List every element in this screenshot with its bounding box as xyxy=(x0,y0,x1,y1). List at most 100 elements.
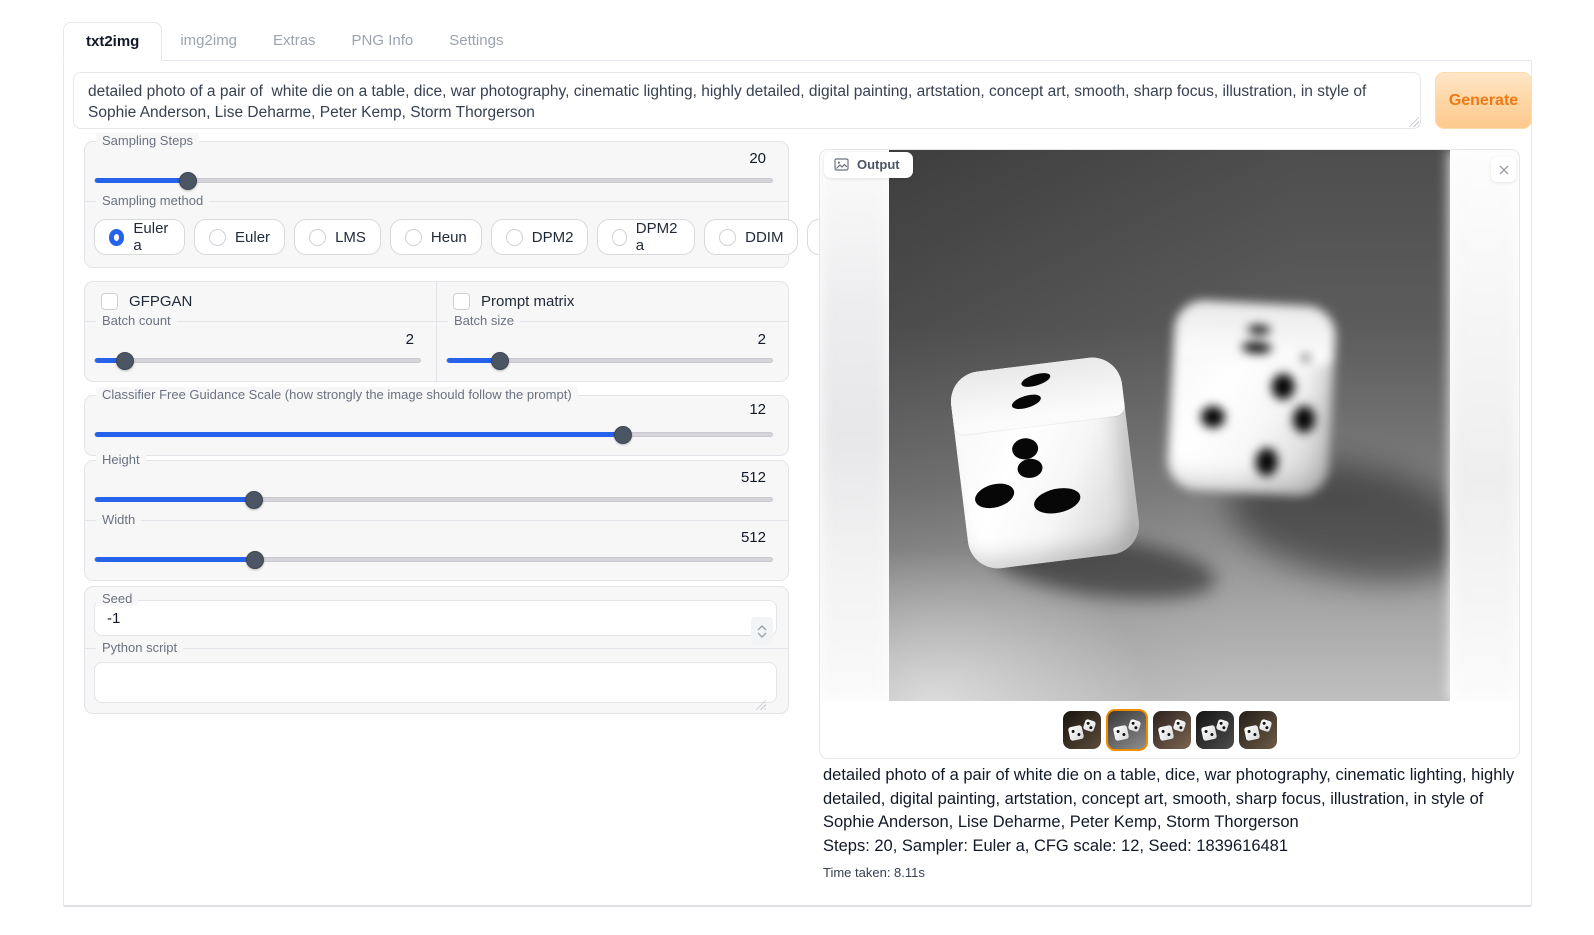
radio-label: DDIM xyxy=(745,229,783,246)
tab-txt2img[interactable]: txt2img xyxy=(63,22,162,61)
seed-label: Seed xyxy=(96,591,138,606)
width-value: 512 xyxy=(85,521,788,547)
output-gallery: Output xyxy=(819,149,1520,759)
thumb-die xyxy=(1112,725,1129,742)
tab-extras[interactable]: Extras xyxy=(255,22,334,61)
width-fieldset: Width 512 xyxy=(85,520,788,568)
slider-handle[interactable] xyxy=(179,172,197,190)
app-frame: detailed photo of a pair of white die on… xyxy=(63,60,1532,907)
thumb-die xyxy=(1258,719,1272,733)
slider-track xyxy=(94,358,421,363)
thumb-die xyxy=(1172,719,1186,733)
width-slider[interactable] xyxy=(94,550,773,568)
controls-column: Sampling Steps 20 Sampling method Euler … xyxy=(84,141,789,714)
radio-label: DPM2 a xyxy=(636,220,680,254)
blur-fill-left xyxy=(820,150,889,701)
height-value: 512 xyxy=(85,461,788,487)
radio-lms[interactable]: LMS xyxy=(294,219,381,255)
seed-fieldset: Seed xyxy=(85,600,788,648)
size-panel: Height 512 Width 512 xyxy=(84,460,789,581)
batch-size-fieldset: Batch size 2 xyxy=(437,322,788,381)
image-icon xyxy=(834,158,849,171)
info-params-text: Steps: 20, Sampler: Euler a, CFG scale: … xyxy=(823,835,1520,859)
radio-dot xyxy=(405,229,422,246)
info-prompt-text: detailed photo of a pair of white die on… xyxy=(823,764,1520,835)
tab-settings[interactable]: Settings xyxy=(431,22,521,61)
close-icon[interactable] xyxy=(1491,157,1516,182)
slider-handle[interactable] xyxy=(491,352,509,370)
gallery-thumbnail-0[interactable] xyxy=(1063,711,1101,749)
radio-label: Euler a xyxy=(133,220,170,254)
generation-info: detailed photo of a pair of white die on… xyxy=(823,764,1520,885)
radio-euler[interactable]: Euler xyxy=(194,219,285,255)
sampling-method-options: Euler a Euler LMS Heun DPM2 DPM2 a DDIM … xyxy=(85,202,788,267)
chevron-down-icon[interactable] xyxy=(757,632,767,638)
gfpgan-checkbox[interactable] xyxy=(101,293,118,310)
width-label: Width xyxy=(96,512,141,527)
radio-euler-a[interactable]: Euler a xyxy=(94,219,185,255)
prompt-matrix-checkbox[interactable] xyxy=(453,293,470,310)
slider-track xyxy=(94,178,773,183)
tab-img2img[interactable]: img2img xyxy=(162,22,255,61)
generated-image[interactable] xyxy=(889,150,1450,701)
slider-handle[interactable] xyxy=(614,426,632,444)
cfg-fieldset: Classifier Free Guidance Scale (how stro… xyxy=(85,396,788,443)
generate-button[interactable]: Generate xyxy=(1435,72,1532,129)
radio-dot xyxy=(209,229,226,246)
chevron-up-icon[interactable] xyxy=(757,625,767,631)
slider-fill xyxy=(95,178,188,183)
thumb-die xyxy=(1082,719,1096,733)
radio-heun[interactable]: Heun xyxy=(390,219,482,255)
thumb-die xyxy=(1215,719,1229,733)
sampling-steps-slider[interactable] xyxy=(94,171,773,189)
thumb-die xyxy=(1243,725,1260,742)
seed-stepper[interactable] xyxy=(751,617,773,645)
cfg-slider[interactable] xyxy=(94,425,773,443)
gallery-thumbnail-4[interactable] xyxy=(1239,711,1277,749)
batch-size-slider[interactable] xyxy=(446,351,773,369)
gallery-thumbnail-2[interactable] xyxy=(1153,711,1191,749)
slider-track xyxy=(446,358,773,363)
radio-dpm2-a[interactable]: DPM2 a xyxy=(597,219,695,255)
radio-label: Euler xyxy=(235,229,270,246)
gallery-thumbnail-3[interactable] xyxy=(1196,711,1234,749)
checkbox-row: GFPGAN Prompt matrix xyxy=(85,282,788,321)
slider-fill xyxy=(95,557,255,562)
python-script-label: Python script xyxy=(96,640,183,655)
info-time-taken: Time taken: 8.11s xyxy=(823,861,1520,885)
slider-fill xyxy=(95,497,254,502)
tab-png-info[interactable]: PNG Info xyxy=(334,22,432,61)
slider-track xyxy=(94,432,773,437)
slider-handle[interactable] xyxy=(246,551,264,569)
radio-label: LMS xyxy=(335,229,366,246)
sampling-method-fieldset: Sampling method Euler a Euler LMS Heun D… xyxy=(85,201,788,267)
batch-size-label: Batch size xyxy=(448,313,520,328)
seed-script-panel: Seed Python script xyxy=(84,586,789,714)
slider-fill xyxy=(95,432,623,437)
sampling-steps-label: Sampling Steps xyxy=(96,133,199,148)
radio-dot xyxy=(612,229,626,246)
slider-handle[interactable] xyxy=(245,491,263,509)
sampling-panel: Sampling Steps 20 Sampling method Euler … xyxy=(84,141,789,268)
tab-bar: txt2img img2img Extras PNG Info Settings xyxy=(63,22,521,61)
radio-ddim[interactable]: DDIM xyxy=(704,219,798,255)
radio-dot xyxy=(719,229,736,246)
sampling-steps-fieldset: Sampling Steps 20 xyxy=(85,142,788,189)
height-label: Height xyxy=(96,452,146,467)
batch-count-label: Batch count xyxy=(96,313,177,328)
output-panel-label: Output xyxy=(824,152,913,178)
radio-dot xyxy=(309,229,326,246)
gallery-thumbnail-1[interactable] xyxy=(1106,709,1148,751)
batch-count-slider[interactable] xyxy=(94,351,421,369)
prompt-input[interactable]: detailed photo of a pair of white die on… xyxy=(73,72,1421,129)
radio-dpm2[interactable]: DPM2 xyxy=(491,219,589,255)
batch-row: Batch count 2 Batch size 2 xyxy=(85,321,788,381)
height-slider[interactable] xyxy=(94,490,773,508)
seed-input[interactable] xyxy=(94,600,777,636)
radio-label: DPM2 xyxy=(532,229,574,246)
die-right-blurred xyxy=(1166,299,1337,497)
slider-handle[interactable] xyxy=(116,352,134,370)
thumbnail-strip xyxy=(820,701,1519,759)
radio-dot xyxy=(109,229,124,246)
python-script-input[interactable] xyxy=(94,662,777,703)
